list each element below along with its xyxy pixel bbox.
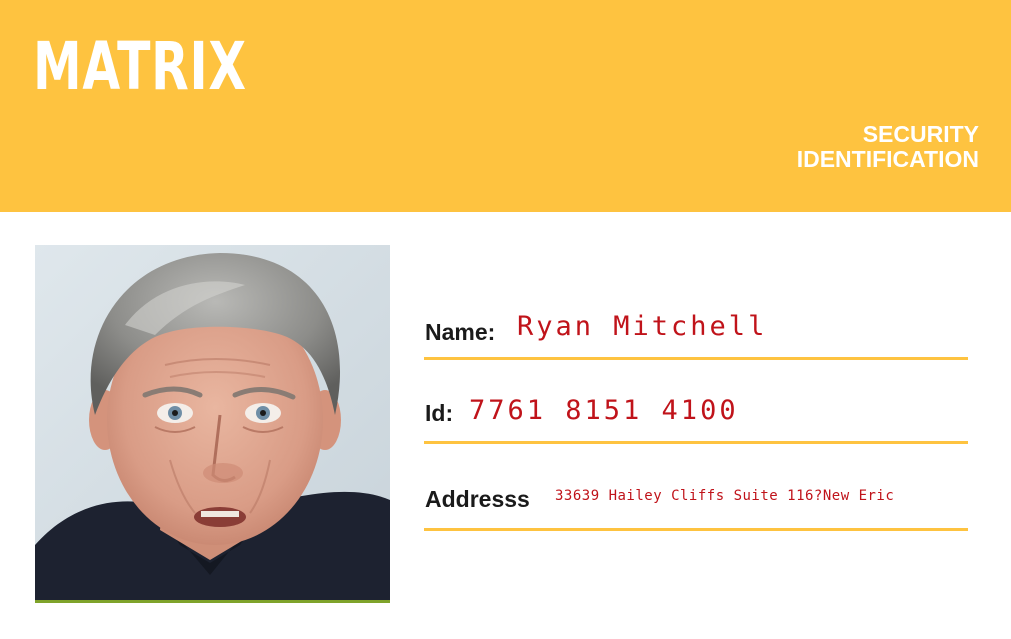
- id-underline: [424, 441, 968, 444]
- header-banner: MATRIX SECURITY IDENTIFICATION: [0, 0, 1011, 212]
- document-type-title: SECURITY IDENTIFICATION: [797, 122, 979, 172]
- brand-logo: MATRIX: [33, 28, 247, 105]
- address-underline: [424, 528, 968, 531]
- id-value: 7761 8151 4100: [469, 395, 739, 426]
- address-value: 33639 Hailey Cliffs Suite 116?New Eric: [555, 488, 895, 504]
- address-label: Addresss: [425, 486, 530, 512]
- name-label: Name:: [425, 319, 496, 345]
- id-label: Id:: [425, 400, 454, 426]
- id-card: MATRIX SECURITY IDENTIFICATION Name: Rya…: [0, 0, 1011, 639]
- portrait-illustration: [35, 245, 390, 600]
- document-type-line2: IDENTIFICATION: [796, 146, 979, 172]
- portrait-photo: [35, 245, 390, 603]
- document-type-line1: SECURITY: [862, 121, 979, 147]
- name-underline: [424, 357, 968, 360]
- name-value: Ryan Mitchell: [517, 311, 768, 342]
